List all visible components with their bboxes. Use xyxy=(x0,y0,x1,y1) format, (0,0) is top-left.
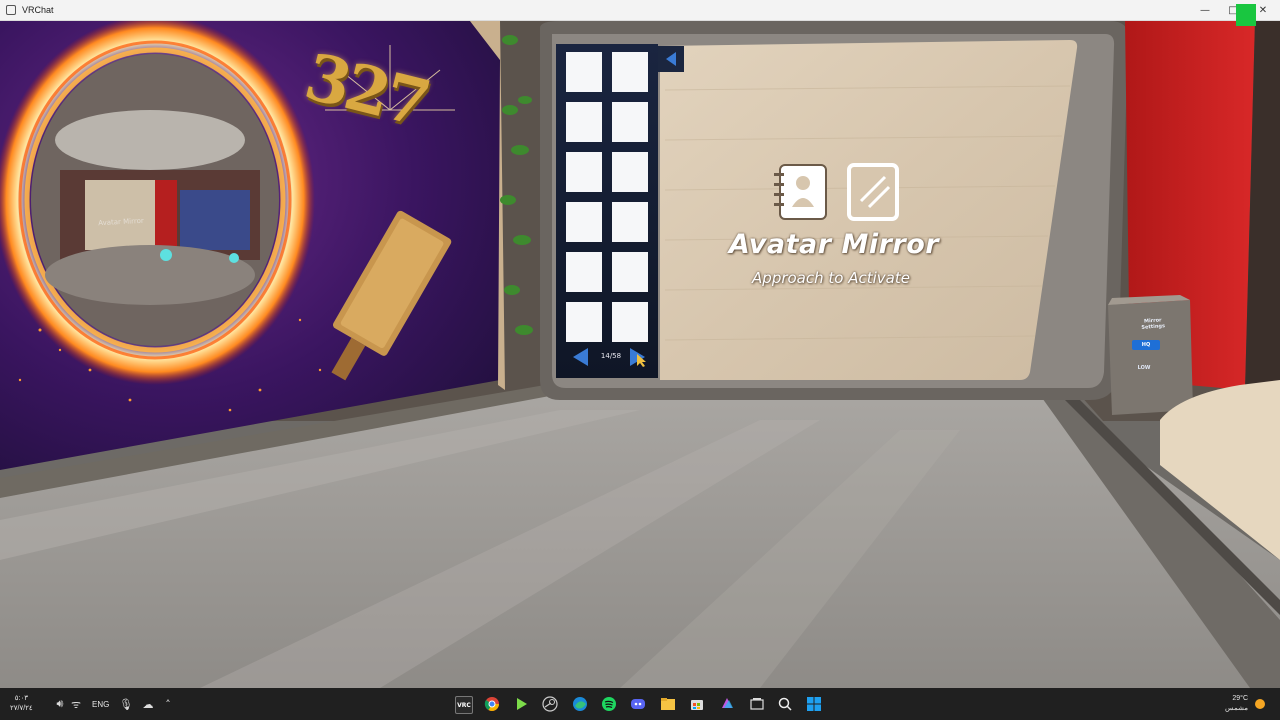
edge-icon[interactable] xyxy=(572,696,588,712)
volume-icon[interactable]: 🔊︎ xyxy=(52,696,68,712)
vrchat-icon[interactable]: VRC xyxy=(455,696,473,714)
avatar-slot[interactable] xyxy=(566,252,602,292)
avatar-slot[interactable] xyxy=(566,202,602,242)
next-page-arrow-icon[interactable] xyxy=(628,346,650,368)
clock-time[interactable]: ٥:٠٣ xyxy=(15,694,28,704)
taskbar: ٥:٠٣ ٢٧/٧/٢٤ 🔊︎ ᯤ ENG 🎙︎ ☁ ˄ VRC 29°C مش… xyxy=(0,688,1280,720)
mirror-icon xyxy=(847,163,899,221)
page-indicator: 14/58 xyxy=(600,352,622,360)
avatar-slot[interactable] xyxy=(612,252,648,292)
steam-icon[interactable] xyxy=(542,696,558,712)
start-icon[interactable] xyxy=(806,696,822,712)
avatar-person-icon xyxy=(774,164,827,220)
avatar-mirror-subtitle: Approach to Activate xyxy=(752,269,910,287)
avatar-slot[interactable] xyxy=(612,302,648,342)
wifi-icon[interactable]: ᯤ xyxy=(68,696,84,712)
weather-sun-icon[interactable] xyxy=(1252,696,1268,712)
avatar-slot-grid xyxy=(562,48,654,358)
mirror-settings-title: Mirror Settings xyxy=(1141,317,1166,331)
avatar-slot[interactable] xyxy=(566,302,602,342)
mirror-hq-button[interactable]: HQ xyxy=(1132,340,1160,350)
weather-temp[interactable]: 29°C xyxy=(1232,694,1248,704)
play-icon[interactable] xyxy=(513,696,529,712)
task-view-icon[interactable] xyxy=(749,696,765,712)
vrchat-app-icon xyxy=(6,5,16,15)
prev-page-arrow-icon[interactable] xyxy=(570,346,590,368)
language-indicator[interactable]: ENG xyxy=(92,688,109,720)
minimize-button[interactable]: — xyxy=(1192,0,1218,20)
store-icon[interactable] xyxy=(689,696,705,712)
clock-date[interactable]: ٢٧/٧/٢٤ xyxy=(10,704,33,714)
avatar-slot[interactable] xyxy=(566,52,602,92)
spotify-icon[interactable] xyxy=(601,696,617,712)
window-title: VRChat xyxy=(22,5,54,15)
avatar-slot[interactable] xyxy=(612,152,648,192)
weather-desc[interactable]: مشمس xyxy=(1225,704,1248,714)
mirror-low-button[interactable]: LOW xyxy=(1130,363,1158,373)
avatar-slot[interactable] xyxy=(612,202,648,242)
mirror-low-label: LOW xyxy=(1137,365,1151,371)
vr-scene-viewport[interactable]: 14/58 Avatar Mirror Approach to Activate… xyxy=(0,21,1280,688)
avatar-slot[interactable] xyxy=(566,102,602,142)
microphone-icon[interactable]: 🎙︎ xyxy=(118,696,134,712)
tray-overflow-icon[interactable]: ˄ xyxy=(160,696,176,712)
avatar-mirror-title: Avatar Mirror xyxy=(728,229,940,260)
onedrive-icon[interactable]: ☁ xyxy=(140,696,156,712)
avatar-slot[interactable] xyxy=(612,52,648,92)
file-explorer-icon[interactable] xyxy=(660,696,676,712)
discord-icon[interactable] xyxy=(630,696,646,712)
avatar-slot[interactable] xyxy=(566,152,602,192)
search-icon[interactable] xyxy=(777,696,793,712)
mirror-hq-label: HQ xyxy=(1141,342,1151,348)
overlay-badge-icon xyxy=(1236,4,1256,26)
copilot-icon[interactable] xyxy=(719,696,735,712)
avatar-slot[interactable] xyxy=(612,102,648,142)
title-bar: VRChat — □ ✕ xyxy=(0,0,1280,21)
chrome-icon[interactable] xyxy=(484,696,500,712)
